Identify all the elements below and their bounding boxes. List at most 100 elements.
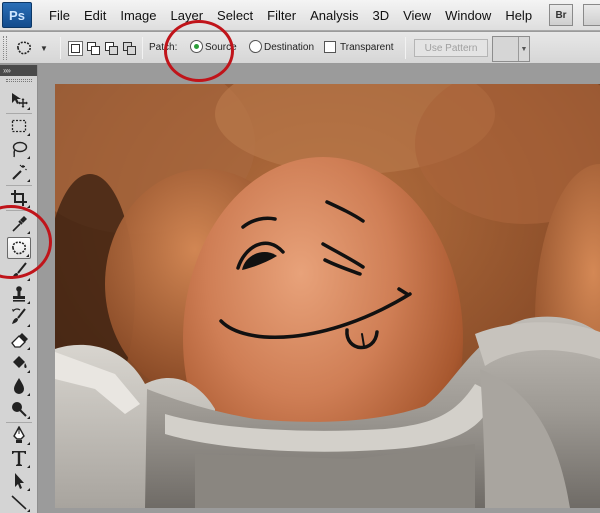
source-label[interactable]: Source [205, 41, 237, 55]
clone-stamp-tool[interactable] [7, 283, 31, 305]
menu-help[interactable]: Help [498, 0, 539, 31]
tool-flyout-indicator [27, 393, 30, 396]
tool-flyout-indicator [27, 347, 30, 350]
tool-flyout-indicator [27, 156, 30, 159]
source-radio[interactable] [190, 40, 203, 53]
photoshop-logo: Ps [2, 2, 32, 28]
options-separator [60, 37, 61, 59]
add-to-selection-button[interactable] [86, 41, 101, 56]
path-selection-icon [15, 473, 24, 489]
clone-stamp-icon [13, 286, 25, 302]
dodge-icon [12, 402, 27, 417]
menu-analysis[interactable]: Analysis [303, 0, 365, 31]
menu-layer[interactable]: Layer [164, 0, 211, 31]
crop-tool[interactable] [7, 187, 31, 209]
add-selection-icon-2 [91, 46, 100, 55]
options-separator [142, 37, 143, 59]
brush-icon [12, 262, 27, 279]
pattern-swatch[interactable] [493, 37, 519, 61]
egg-photo [55, 84, 600, 508]
quick-selection-tool[interactable] [7, 161, 31, 183]
destination-radio[interactable] [249, 40, 262, 53]
eyedropper-tool[interactable] [7, 213, 31, 235]
history-brush-icon [12, 308, 26, 324]
blur-tool[interactable] [7, 375, 31, 397]
menu-3d[interactable]: 3D [365, 0, 396, 31]
tools-panel: »» [0, 65, 38, 513]
chevron-down-icon[interactable]: ▼ [519, 37, 529, 61]
menu-image[interactable]: Image [113, 0, 163, 31]
paint-bucket-icon [13, 356, 27, 368]
options-separator [405, 37, 406, 59]
line-icon [11, 495, 27, 510]
rectangular-marquee-icon [11, 119, 27, 133]
eyedropper-icon [12, 216, 27, 232]
document-canvas[interactable] [55, 84, 600, 508]
destination-label[interactable]: Destination [264, 41, 314, 55]
use-pattern-button[interactable]: Use Pattern [414, 39, 488, 57]
menu-filter[interactable]: Filter [260, 0, 303, 31]
tool-flyout-indicator [27, 370, 30, 373]
tool-separator [6, 185, 32, 186]
subtract-from-selection-button[interactable] [104, 41, 119, 56]
type-icon [12, 451, 26, 466]
tool-preset-picker[interactable]: ▼ [14, 38, 54, 58]
menu-select[interactable]: Select [210, 0, 260, 31]
tool-flyout-indicator [27, 179, 30, 182]
rectangular-marquee-tool[interactable] [7, 115, 31, 137]
patch-label: Patch: [149, 42, 178, 53]
subtract-selection-icon-2 [109, 46, 118, 55]
transparent-checkbox[interactable] [324, 41, 336, 53]
menu-edit[interactable]: Edit [77, 0, 113, 31]
transparent-label[interactable]: Transparent [340, 41, 394, 55]
patch-tool[interactable] [7, 237, 31, 259]
history-brush-tool[interactable] [7, 306, 31, 328]
paint-bucket-tool[interactable] [7, 352, 31, 374]
tools-panel-grip[interactable] [6, 79, 32, 82]
menu-window[interactable]: Window [438, 0, 498, 31]
pen-tool[interactable] [7, 424, 31, 446]
magic-wand-icon [12, 164, 27, 180]
tool-flyout-indicator [27, 231, 30, 234]
pattern-picker[interactable]: ▼ [492, 36, 530, 62]
pen-icon [13, 426, 25, 443]
lasso-icon [12, 141, 28, 158]
menu-view[interactable]: View [396, 0, 438, 31]
launch-bridge-button[interactable]: Br [549, 4, 573, 26]
type-tool[interactable] [7, 447, 31, 469]
eraser-icon [11, 333, 28, 348]
new-selection-button[interactable] [68, 41, 83, 56]
tool-separator [6, 210, 32, 211]
options-bar-grip[interactable] [3, 36, 7, 60]
menu-bar: Ps File Edit Image Layer Select Filter A… [0, 0, 600, 31]
new-selection-icon [71, 44, 80, 53]
tool-flyout-indicator [27, 205, 30, 208]
move-tool[interactable] [7, 89, 31, 111]
tool-flyout-indicator [27, 416, 30, 419]
chevron-down-icon: ▼ [40, 43, 48, 53]
blur-drop-icon [14, 378, 24, 394]
brush-tool[interactable] [7, 260, 31, 282]
lasso-tool[interactable] [7, 138, 31, 160]
tool-flyout-indicator [27, 278, 30, 281]
tool-separator [6, 113, 32, 114]
tool-separator [6, 422, 32, 423]
tool-flyout-indicator [26, 254, 29, 257]
application-bar-more-button[interactable] [583, 4, 600, 26]
tool-flyout-indicator [27, 301, 30, 304]
photoshop-window: Ps File Edit Image Layer Select Filter A… [0, 0, 600, 513]
path-selection-tool[interactable] [7, 470, 31, 492]
tools-panel-collapse-button[interactable]: »» [0, 65, 37, 76]
dodge-tool[interactable] [7, 398, 31, 420]
tool-flyout-indicator [27, 442, 30, 445]
patch-tool-icon [17, 41, 32, 55]
tool-flyout-indicator [27, 107, 30, 110]
eraser-tool[interactable] [7, 329, 31, 351]
tool-flyout-indicator [27, 465, 30, 468]
line-tool[interactable] [7, 491, 31, 513]
move-tool-icon [12, 93, 28, 108]
menu-file[interactable]: File [42, 0, 77, 31]
crop-icon [11, 190, 27, 206]
main-menu: File Edit Image Layer Select Filter Anal… [42, 0, 539, 31]
intersect-selection-button[interactable] [122, 41, 137, 56]
